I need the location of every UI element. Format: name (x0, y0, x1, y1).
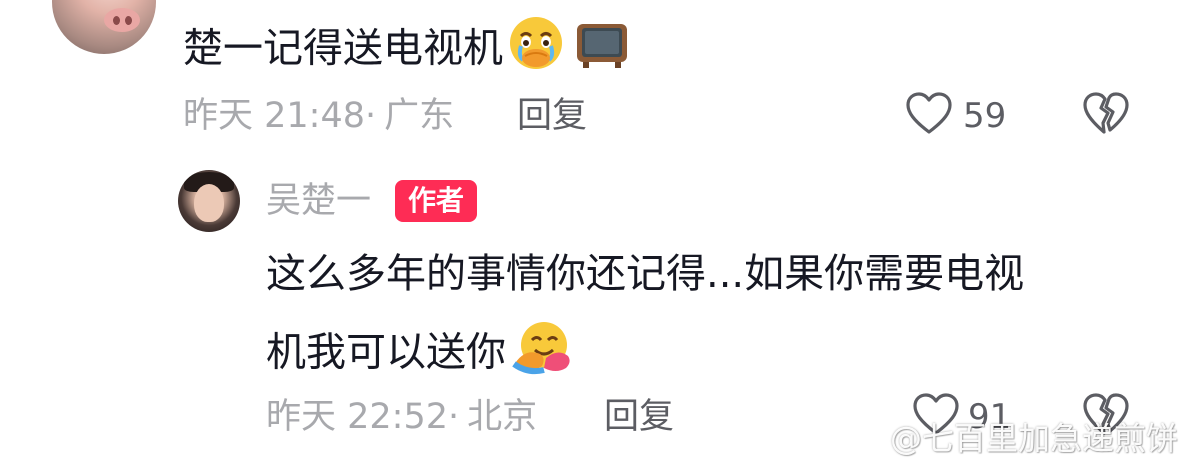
face-holding-back-tears-icon (507, 14, 565, 83)
comment-meta: 昨天 21:48· 广东 (183, 96, 454, 136)
broken-heart-icon (1083, 92, 1129, 134)
reply-time: 昨天 22:52 (266, 397, 448, 437)
avatar-face (194, 184, 224, 222)
comment-location: 广东 (384, 96, 455, 136)
meta-separator: · (448, 397, 460, 437)
reply-text-line2: 机我可以送你 (266, 329, 506, 376)
reply-text-line1: 这么多年的事情你还记得...如果你需要电视 (266, 251, 1025, 297)
like-button[interactable] (905, 92, 953, 140)
pig-snout (104, 8, 140, 32)
hugging-face-icon (512, 318, 572, 387)
reply-reply-button[interactable]: 回复 (604, 397, 674, 437)
like-count: 59 (963, 96, 1007, 136)
watermark-text: @七百里加急递煎饼 (890, 419, 1179, 458)
dislike-button[interactable] (1082, 92, 1130, 140)
reply-body-line2: 机我可以送你 (266, 320, 572, 389)
meta-separator: · (365, 96, 377, 136)
reply-meta: 昨天 22:52· 北京 (266, 397, 537, 437)
reply-username[interactable]: 吴楚一 (266, 180, 371, 222)
author-badge: 作者 (395, 180, 477, 222)
heart-outline-icon (906, 92, 952, 134)
comment-text: 楚一记得送电视机 (183, 25, 503, 72)
comment-body: 楚一记得送电视机 (183, 16, 631, 85)
comment-time: 昨天 21:48 (183, 96, 365, 136)
reply-location: 北京 (467, 397, 538, 437)
reply-button[interactable]: 回复 (517, 96, 587, 136)
author-avatar[interactable] (178, 170, 240, 232)
commenter-avatar[interactable] (52, 0, 156, 54)
television-icon (573, 14, 631, 83)
weibo-logo-icon (838, 418, 886, 463)
weibo-watermark: @七百里加急递煎饼 (838, 418, 1178, 463)
